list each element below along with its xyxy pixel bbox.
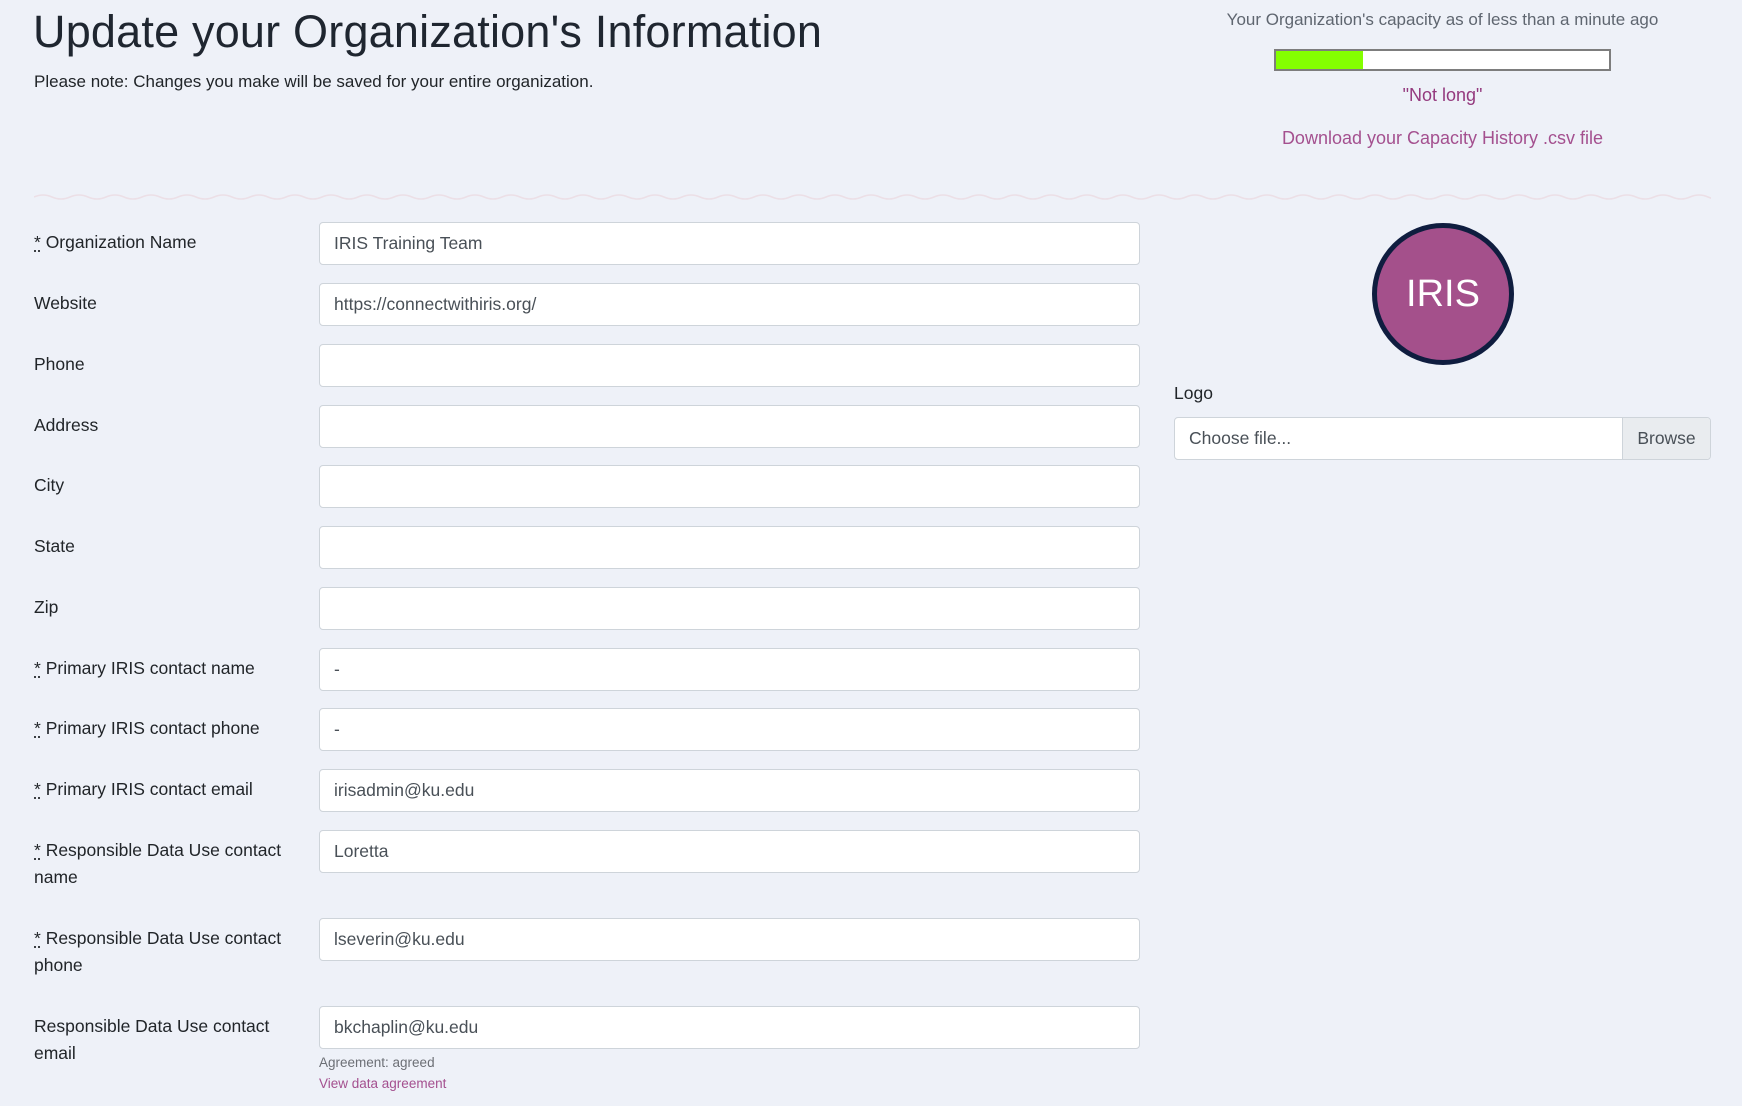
field-label: Address — [34, 415, 99, 435]
field-label: Phone — [34, 354, 85, 374]
capacity-caption: Your Organization's capacity as of less … — [1226, 10, 1659, 29]
state-input[interactable] — [319, 526, 1140, 569]
phone-input[interactable] — [319, 344, 1140, 387]
logo-file-input[interactable]: Choose file... Browse — [1174, 417, 1711, 460]
required-marker: * — [34, 928, 41, 948]
data-use-contact-phone-input[interactable] — [319, 918, 1140, 961]
primary-contact-name-input[interactable] — [319, 648, 1140, 691]
capacity-progress-bar — [1274, 49, 1611, 71]
field-label: Website — [34, 293, 97, 313]
required-marker: * — [34, 779, 41, 799]
website-input[interactable] — [319, 283, 1140, 326]
wavy-divider — [34, 194, 1711, 200]
data-use-contact-email-input[interactable] — [319, 1006, 1140, 1049]
capacity-status: "Not long" — [1402, 85, 1483, 105]
zip-input[interactable] — [319, 587, 1140, 630]
address-input[interactable] — [319, 405, 1140, 448]
file-placeholder: Choose file... — [1189, 428, 1292, 448]
organization-name-input[interactable] — [319, 222, 1140, 265]
browse-button[interactable]: Browse — [1622, 418, 1710, 459]
field-label: * Responsible Data Use contact name — [34, 840, 282, 887]
field-label: State — [34, 536, 75, 556]
download-capacity-history-link[interactable]: Download your Capacity History .csv file — [1282, 128, 1603, 149]
primary-contact-phone-input[interactable] — [319, 708, 1140, 751]
capacity-progress-fill — [1276, 51, 1363, 69]
field-label: * Primary IRIS contact email — [34, 779, 253, 799]
view-data-agreement-link[interactable]: View data agreement — [319, 1076, 446, 1091]
field-label: Zip — [34, 597, 59, 617]
primary-contact-email-input[interactable] — [319, 769, 1140, 812]
capacity-panel: Your Organization's capacity as of less … — [1174, 8, 1711, 149]
logo-label: Logo — [1174, 383, 1213, 403]
field-label: * Responsible Data Use contact phone — [34, 928, 282, 975]
field-label: Responsible Data Use contact email — [34, 1016, 270, 1063]
field-label: * Organization Name — [34, 232, 197, 252]
required-marker: * — [34, 718, 41, 738]
field-label: City — [34, 475, 65, 495]
required-marker: * — [34, 658, 41, 678]
field-label: * Primary IRIS contact name — [34, 658, 255, 678]
data-use-contact-name-input[interactable] — [319, 830, 1140, 873]
field-label: * Primary IRIS contact phone — [34, 718, 260, 738]
required-marker: * — [34, 840, 41, 860]
organization-logo-avatar: IRIS — [1372, 223, 1514, 365]
page-note: Please note: Changes you make will be sa… — [34, 72, 594, 91]
required-marker: * — [34, 232, 41, 252]
agreement-status: Agreement: agreed — [319, 1055, 435, 1070]
city-input[interactable] — [319, 465, 1140, 508]
page-title: Update your Organization's Information — [33, 6, 823, 57]
